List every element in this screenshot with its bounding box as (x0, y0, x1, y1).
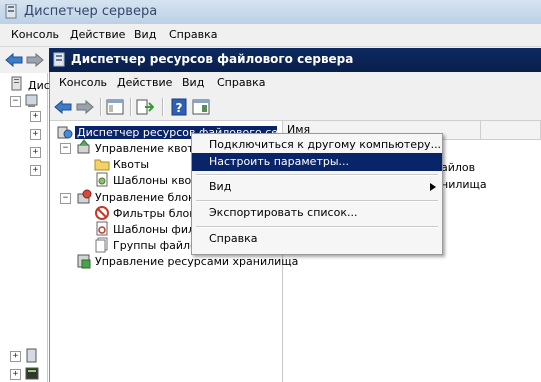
inner-menu-console[interactable]: Консоль (59, 76, 107, 89)
inner-menu-action[interactable]: Действие (117, 76, 172, 89)
tree-quota-templates[interactable]: Шаблоны квот (113, 174, 198, 187)
list-row-screening-mgmt[interactable]: нилища (441, 178, 487, 191)
action-pane-icon[interactable] (136, 98, 154, 116)
menu-separator (196, 174, 438, 176)
storage-icon (77, 254, 91, 269)
template-icon (96, 221, 108, 236)
file-group-icon (95, 237, 108, 253)
tree-file-groups[interactable]: Группы файлов (113, 239, 203, 252)
properties-icon[interactable] (192, 98, 210, 116)
expand-toggle[interactable]: + (30, 165, 41, 176)
expand-toggle[interactable]: + (30, 129, 41, 140)
column-header-2[interactable] (481, 121, 541, 139)
outer-tree-root[interactable]: Дис (28, 79, 50, 92)
outer-menu-view[interactable]: Вид (134, 28, 156, 41)
context-menu: Подключиться к другому компьютеру... Нас… (191, 133, 443, 255)
collapse-toggle[interactable]: − (10, 96, 21, 107)
expand-toggle[interactable]: + (30, 111, 41, 122)
template-icon (96, 172, 108, 187)
menu-separator (196, 226, 438, 228)
ctx-export-list[interactable]: Экспортировать список... (192, 204, 442, 222)
server-icon (25, 94, 38, 107)
console-tree-icon (25, 367, 39, 380)
ctx-export-label: Экспортировать список... (209, 206, 358, 219)
ctx-configure-options[interactable]: Настроить параметры... (192, 153, 442, 171)
collapse-toggle[interactable]: − (60, 143, 71, 154)
quota-icon (77, 139, 90, 154)
forward-arrow-icon[interactable] (76, 98, 94, 116)
ctx-view[interactable]: Вид (192, 178, 442, 196)
toolbar-separator (130, 98, 132, 116)
ctx-help-label: Справка (209, 232, 258, 245)
expand-toggle[interactable]: + (10, 351, 21, 362)
server-icon (26, 348, 37, 363)
toolbar-separator (100, 98, 102, 116)
filter-icon (95, 206, 109, 220)
menu-separator (196, 200, 438, 202)
ctx-view-label: Вид (209, 180, 232, 193)
filter-icon (77, 189, 92, 204)
forward-arrow-icon[interactable] (26, 53, 44, 67)
help-icon[interactable]: ? (170, 98, 188, 116)
outer-window-titlebar[interactable]: Диспетчер сервера (0, 0, 541, 25)
list-row-quota-mgmt[interactable]: айлов (441, 161, 475, 174)
toolbar-separator (162, 98, 164, 116)
server-icon (11, 76, 22, 91)
outer-window-title: Диспетчер сервера (24, 4, 158, 19)
outer-menu-action[interactable]: Действие (70, 28, 125, 41)
back-arrow-icon[interactable] (5, 53, 23, 67)
tree-storage-mgmt[interactable]: Управление ресурсами хранилища (95, 255, 298, 268)
inner-menu-help[interactable]: Справка (217, 76, 265, 89)
inner-window-titlebar[interactable]: Диспетчер ресурсов файлового сервера (49, 48, 541, 72)
app-icon (53, 52, 65, 67)
ctx-configure-label: Настроить параметры... (209, 155, 350, 168)
folder-icon (94, 159, 110, 171)
console-tree-icon[interactable] (106, 98, 124, 116)
inner-window-title: Диспетчер ресурсов файлового сервера (71, 52, 354, 66)
inner-menu-view[interactable]: Вид (182, 76, 204, 89)
ctx-connect-label: Подключиться к другому компьютеру... (209, 138, 442, 151)
collapse-toggle[interactable]: − (60, 193, 71, 204)
tree-quotas[interactable]: Квоты (113, 158, 149, 171)
expand-toggle[interactable]: + (30, 147, 41, 158)
outer-console-tree: Дис − + + + + + + (0, 73, 50, 382)
ctx-connect-computer[interactable]: Подключиться к другому компьютеру... (192, 136, 442, 154)
outer-menubar: Консоль Действие Вид Справка (0, 24, 541, 47)
server-icon (57, 126, 73, 139)
svg-text:?: ? (176, 101, 183, 115)
outer-menu-help[interactable]: Справка (169, 28, 217, 41)
inner-toolbar: ? (50, 94, 541, 121)
outer-menu-console[interactable]: Консоль (11, 28, 59, 41)
back-arrow-icon[interactable] (54, 98, 72, 116)
app-icon (5, 4, 17, 19)
inner-menubar: Консоль Действие Вид Справка (50, 72, 541, 94)
ctx-help[interactable]: Справка (192, 230, 442, 248)
submenu-arrow-icon (430, 183, 436, 191)
expand-toggle[interactable]: + (10, 369, 21, 380)
